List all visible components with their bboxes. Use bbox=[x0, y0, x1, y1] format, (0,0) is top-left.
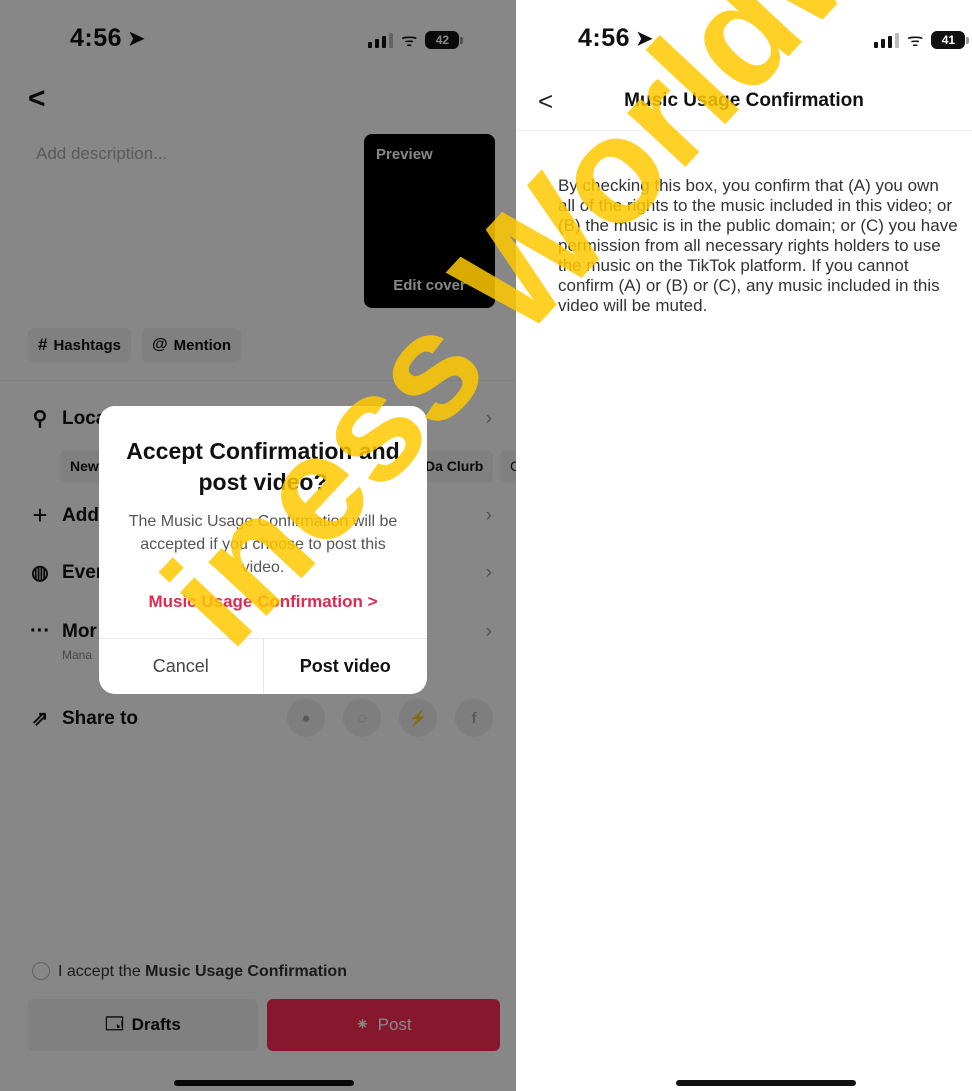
home-indicator bbox=[676, 1080, 856, 1086]
post-video-button[interactable]: Post video bbox=[264, 639, 428, 694]
battery-icon: 41 bbox=[931, 31, 970, 49]
dialog-message: The Music Usage Confirmation will be acc… bbox=[128, 513, 398, 576]
wifi-icon: ᯤ bbox=[907, 30, 924, 50]
right-phone-screen: 4:56 ➤ ᯤ 41 < Music Usage Confirmation B… bbox=[516, 0, 972, 1091]
dialog-buttons: Cancel Post video bbox=[99, 638, 427, 694]
header-divider bbox=[516, 130, 972, 131]
left-phone-screen: 4:56 ➤ ᯤ 42 < Add description... Preview… bbox=[0, 0, 516, 1091]
battery-level: 41 bbox=[931, 31, 966, 49]
status-icons: ᯤ 41 bbox=[874, 28, 970, 52]
location-arrow-icon: ➤ bbox=[636, 28, 654, 50]
signal-icon bbox=[874, 32, 899, 48]
header-title: Music Usage Confirmation bbox=[624, 90, 864, 111]
cancel-button[interactable]: Cancel bbox=[99, 639, 264, 694]
status-time-text: 4:56 bbox=[578, 24, 631, 52]
status-time: 4:56 ➤ bbox=[578, 24, 653, 53]
dialog-title: Accept Confirmation and post video? bbox=[126, 438, 400, 495]
music-usage-confirmation-link[interactable]: Music Usage Confirmation > bbox=[99, 592, 427, 612]
confirmation-body-text: By checking this box, you confirm that (… bbox=[558, 176, 958, 315]
accept-confirmation-dialog: Accept Confirmation and post video? The … bbox=[99, 406, 427, 694]
